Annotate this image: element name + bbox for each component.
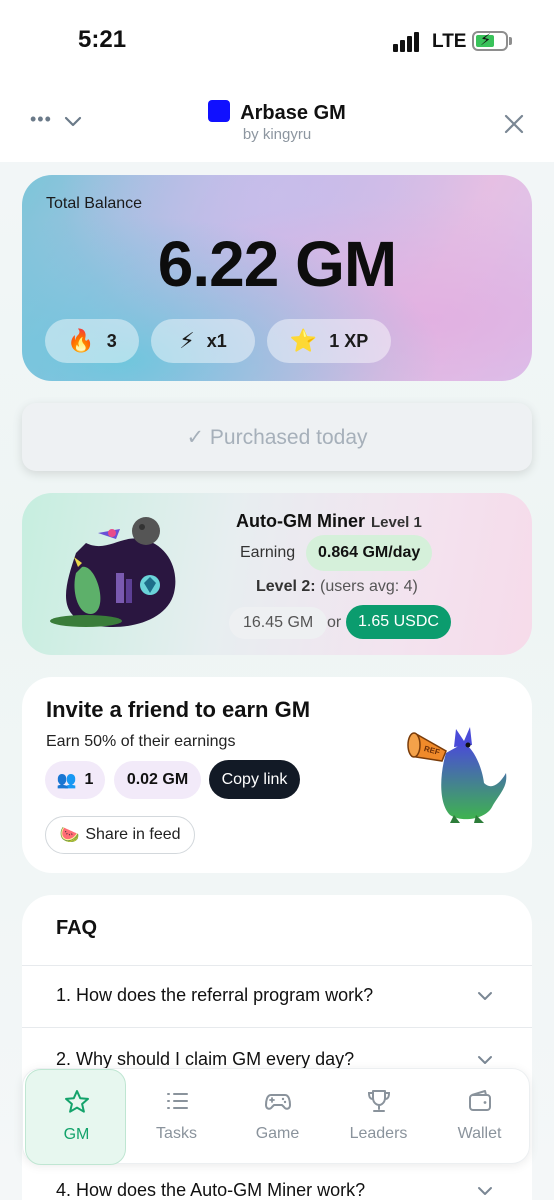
- invite-title: Invite a friend to earn GM: [46, 697, 311, 722]
- watermelon-icon: 🍉: [59, 827, 80, 844]
- signal-icon: [393, 32, 423, 52]
- invite-card: Invite a friend to earn GM Earn 50% of t…: [22, 677, 532, 873]
- copy-link-button[interactable]: Copy link: [209, 760, 300, 799]
- miner-card[interactable]: Auto-GM Miner Level 1 Earning 0.864 GM/da…: [22, 493, 532, 655]
- faq-title: FAQ: [56, 917, 98, 939]
- earning-value: 0.864 GM/day: [306, 535, 433, 571]
- faq-item[interactable]: 2. Why should I claim GM every day?: [56, 1049, 506, 1070]
- app-title-row: Arbase GM: [0, 100, 554, 125]
- network-label: LTE: [432, 31, 467, 52]
- friends-count: 1: [84, 771, 94, 788]
- wallet-icon: [469, 1090, 491, 1111]
- app-header: ••• Arbase GM by kingyru: [0, 80, 554, 162]
- nav-item-game[interactable]: Game: [227, 1069, 328, 1165]
- bottom-nav: GM Tasks Game Leaders Wallet: [22, 1068, 530, 1165]
- star-icon: ⭐: [289, 328, 318, 353]
- trophy-icon: [367, 1090, 391, 1112]
- faq-item[interactable]: 1. How does the referral program work?: [56, 985, 506, 1006]
- upgrade-usdc-button[interactable]: 1.65 USDC: [346, 605, 451, 639]
- app-icon: [208, 100, 231, 122]
- gamepad-icon: [265, 1094, 291, 1110]
- next-level-label: Level 2:: [256, 578, 316, 595]
- status-time: 5:21: [78, 26, 127, 53]
- chevron-down-icon[interactable]: [477, 991, 493, 1001]
- xp-value: 1 XP: [329, 330, 369, 351]
- status-bar: 5:21 LTE ⚡: [0, 0, 554, 80]
- xp-pill[interactable]: ⭐ 1 XP: [267, 319, 391, 363]
- miner-title: Auto-GM Miner: [236, 511, 365, 531]
- earning-label: Earning: [240, 544, 296, 561]
- streak-pill[interactable]: 🔥 3: [45, 319, 139, 363]
- faq-divider: [22, 1027, 532, 1028]
- fire-icon: 🔥: [67, 328, 95, 353]
- nav-label: Wallet: [457, 1125, 502, 1142]
- multiplier-value: x1: [206, 330, 227, 351]
- close-icon[interactable]: [502, 112, 526, 136]
- share-in-feed-button[interactable]: 🍉 Share in feed: [45, 816, 195, 854]
- nav-label: Game: [255, 1125, 300, 1142]
- nav-label: Tasks: [156, 1125, 197, 1142]
- chevron-down-icon[interactable]: [477, 1055, 493, 1065]
- nav-item-tasks[interactable]: Tasks: [126, 1069, 227, 1165]
- lightning-icon: ⚡: [179, 328, 195, 353]
- battery-tip: [509, 37, 512, 45]
- multiplier-pill[interactable]: ⚡ x1: [151, 319, 255, 363]
- friends-count-pill: 👥 1: [45, 761, 105, 799]
- app-author: by kingyru: [242, 126, 312, 143]
- referral-earned-pill: 0.02 GM: [114, 761, 201, 799]
- mascot-megaphone-illustration: REF: [407, 727, 507, 823]
- chevron-down-icon[interactable]: [477, 1186, 493, 1196]
- star-icon: [65, 1090, 89, 1113]
- nav-item-wallet[interactable]: Wallet: [429, 1069, 530, 1165]
- charging-icon: ⚡: [480, 32, 492, 49]
- upgrade-gm-button[interactable]: 16.45 GM: [229, 607, 328, 639]
- app-title: Arbase GM: [240, 102, 346, 124]
- balance-card: Total Balance 6.22 GM 🔥 3 ⚡ x1 ⭐ 1 XP: [22, 175, 532, 381]
- streak-value: 3: [106, 330, 117, 351]
- share-label: Share in feed: [85, 826, 181, 843]
- miner-level: Level 1: [370, 514, 422, 531]
- list-icon: [167, 1093, 188, 1109]
- next-level-row: Level 2: (users avg: 4): [256, 578, 418, 596]
- nav-label: Leaders: [349, 1125, 408, 1142]
- balance-value: 6.22 GM: [157, 228, 397, 300]
- miner-title-row: Auto-GM Miner Level 1: [236, 511, 422, 532]
- invite-subtitle: Earn 50% of their earnings: [46, 733, 236, 750]
- faq-item[interactable]: 4. How does the Auto-GM Miner work?: [56, 1180, 506, 1200]
- or-label: or: [327, 614, 342, 631]
- nav-item-gm[interactable]: GM: [25, 1069, 126, 1165]
- next-level-note: (users avg: 4): [320, 578, 418, 595]
- friends-icon: 👥: [56, 772, 77, 789]
- faq-divider: [22, 965, 532, 966]
- purchased-today-button[interactable]: ✓ Purchased today: [22, 403, 532, 471]
- balance-label: Total Balance: [46, 195, 143, 212]
- nav-item-leaders[interactable]: Leaders: [328, 1069, 429, 1165]
- miner-illustration: [50, 517, 176, 628]
- nav-label: GM: [63, 1126, 90, 1143]
